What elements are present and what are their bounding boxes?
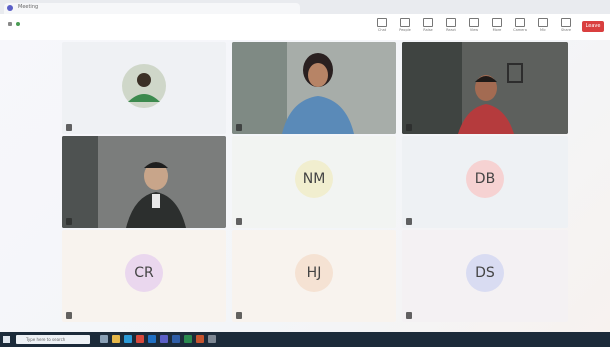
participant-video (402, 42, 568, 134)
taskbar-apps (100, 335, 216, 343)
meeting-toolbar: Chat People Raise React View More Camera… (0, 14, 610, 41)
participant-tile[interactable] (62, 136, 226, 228)
raise-hand-button[interactable]: Raise (421, 18, 435, 34)
people-button[interactable]: People (398, 18, 412, 34)
word-icon[interactable] (172, 335, 180, 343)
participant-name (66, 218, 72, 225)
browser-tab-title: Meeting (18, 4, 39, 10)
participant-name (236, 312, 242, 319)
participant-initials: CR (125, 254, 163, 292)
taskbar-search-input[interactable]: Type here to search (16, 335, 90, 344)
chat-icon (377, 18, 387, 27)
participant-tile[interactable]: DS (402, 230, 568, 322)
file-explorer-icon[interactable] (112, 335, 120, 343)
excel-icon[interactable] (184, 335, 192, 343)
recording-status-icon (16, 22, 20, 26)
participant-name (406, 312, 412, 319)
participant-tile[interactable] (232, 42, 396, 134)
more-icon (492, 18, 502, 27)
participant-initials: DS (466, 254, 504, 292)
chat-button[interactable]: Chat (375, 18, 389, 34)
participant-tile[interactable]: NM (232, 136, 396, 228)
react-button[interactable]: React (444, 18, 458, 34)
participant-initials: DB (466, 160, 504, 198)
grid-icon (8, 22, 12, 26)
meeting-status (8, 22, 24, 26)
participant-name (236, 124, 242, 131)
people-icon (400, 18, 410, 27)
task-view-icon[interactable] (100, 335, 108, 343)
participant-video (232, 42, 396, 134)
participant-tile[interactable]: DB (402, 136, 568, 228)
powerpoint-icon[interactable] (196, 335, 204, 343)
edge-icon[interactable] (124, 335, 132, 343)
participant-name (66, 312, 72, 319)
participant-name (236, 218, 242, 225)
chrome-icon[interactable] (136, 335, 144, 343)
share-screen-icon (561, 18, 571, 27)
participant-tile[interactable] (62, 42, 226, 134)
participant-video (62, 136, 226, 228)
participant-initials: NM (295, 160, 333, 198)
browser-tab[interactable]: Meeting (4, 3, 300, 14)
camera-icon (515, 18, 525, 27)
view-button[interactable]: View (467, 18, 481, 34)
camera-button[interactable]: Camera (513, 18, 527, 34)
participant-tile[interactable]: CR (62, 230, 226, 322)
teams-favicon-icon (7, 5, 13, 11)
microphone-icon (538, 18, 548, 27)
participant-name (406, 124, 412, 131)
participant-avatar (122, 64, 166, 108)
share-button[interactable]: Share (559, 18, 573, 34)
windows-start-icon[interactable] (3, 336, 10, 343)
smiley-icon (446, 18, 456, 27)
participant-name (406, 218, 412, 225)
taskbar: Type here to search (0, 332, 610, 347)
outlook-icon[interactable] (148, 335, 156, 343)
hand-icon (423, 18, 433, 27)
more-button[interactable]: More (490, 18, 504, 34)
participant-gallery: NM DB CR HJ DS (0, 40, 610, 332)
participant-tile[interactable] (402, 42, 568, 134)
leave-button[interactable]: Leave (582, 20, 604, 32)
participant-initials: HJ (295, 254, 333, 292)
teams-icon[interactable] (160, 335, 168, 343)
participant-tile[interactable]: HJ (232, 230, 396, 322)
participant-name (66, 124, 72, 131)
mic-button[interactable]: Mic (536, 18, 550, 34)
browser-tab-strip: Meeting (0, 0, 610, 14)
layout-icon (469, 18, 479, 27)
settings-icon[interactable] (208, 335, 216, 343)
